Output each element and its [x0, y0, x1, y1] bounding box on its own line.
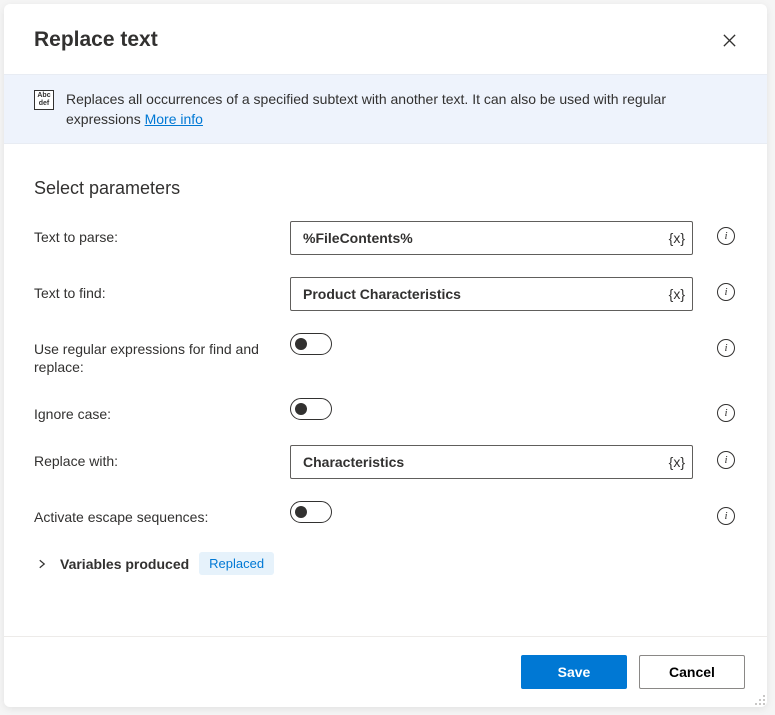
label-text-to-find: Text to find: — [34, 277, 280, 302]
dialog-header: Replace text — [4, 4, 767, 74]
cancel-button[interactable]: Cancel — [639, 655, 745, 689]
banner-text: Replaces all occurrences of a specified … — [66, 89, 737, 129]
info-icon[interactable]: i — [717, 339, 735, 357]
variable-picker-icon[interactable]: {x} — [669, 454, 685, 470]
param-replace-with: Replace with: {x} i — [34, 445, 737, 479]
variables-produced-label[interactable]: Variables produced — [60, 556, 189, 572]
variable-picker-icon[interactable]: {x} — [669, 230, 685, 246]
label-use-regex: Use regular expressions for find and rep… — [34, 333, 280, 376]
variable-badge: Replaced — [199, 552, 274, 575]
label-activate-escape: Activate escape sequences: — [34, 501, 280, 526]
label-text-to-parse: Text to parse: — [34, 221, 280, 246]
param-text-to-parse: Text to parse: {x} i — [34, 221, 737, 255]
info-icon[interactable]: i — [717, 451, 735, 469]
close-icon — [722, 33, 737, 48]
param-use-regex: Use regular expressions for find and rep… — [34, 333, 737, 376]
section-heading: Select parameters — [34, 178, 737, 199]
replace-text-dialog: Replace text Abc def Replaces all occurr… — [4, 4, 767, 707]
save-button[interactable]: Save — [521, 655, 627, 689]
param-activate-escape: Activate escape sequences: i — [34, 501, 737, 526]
input-text-to-find[interactable] — [290, 277, 693, 311]
info-icon[interactable]: i — [717, 283, 735, 301]
variables-produced-row: Variables produced Replaced — [34, 552, 737, 575]
info-icon[interactable]: i — [717, 227, 735, 245]
input-replace-with[interactable] — [290, 445, 693, 479]
variable-picker-icon[interactable]: {x} — [669, 286, 685, 302]
info-banner: Abc def Replaces all occurrences of a sp… — [4, 74, 767, 144]
info-icon[interactable]: i — [717, 404, 735, 422]
label-ignore-case: Ignore case: — [34, 398, 280, 423]
more-info-link[interactable]: More info — [145, 111, 203, 127]
close-button[interactable] — [715, 26, 743, 54]
dialog-title: Replace text — [34, 28, 158, 52]
param-text-to-find: Text to find: {x} i — [34, 277, 737, 311]
dialog-footer: Save Cancel — [4, 636, 767, 707]
input-text-to-parse[interactable] — [290, 221, 693, 255]
replace-text-icon: Abc def — [34, 90, 54, 110]
toggle-ignore-case[interactable] — [290, 398, 332, 420]
label-replace-with: Replace with: — [34, 445, 280, 470]
dialog-body: Select parameters Text to parse: {x} i T… — [4, 144, 767, 636]
info-icon[interactable]: i — [717, 507, 735, 525]
toggle-use-regex[interactable] — [290, 333, 332, 355]
chevron-right-icon[interactable] — [34, 556, 50, 572]
toggle-activate-escape[interactable] — [290, 501, 332, 523]
param-ignore-case: Ignore case: i — [34, 398, 737, 423]
resize-handle[interactable] — [752, 692, 766, 706]
